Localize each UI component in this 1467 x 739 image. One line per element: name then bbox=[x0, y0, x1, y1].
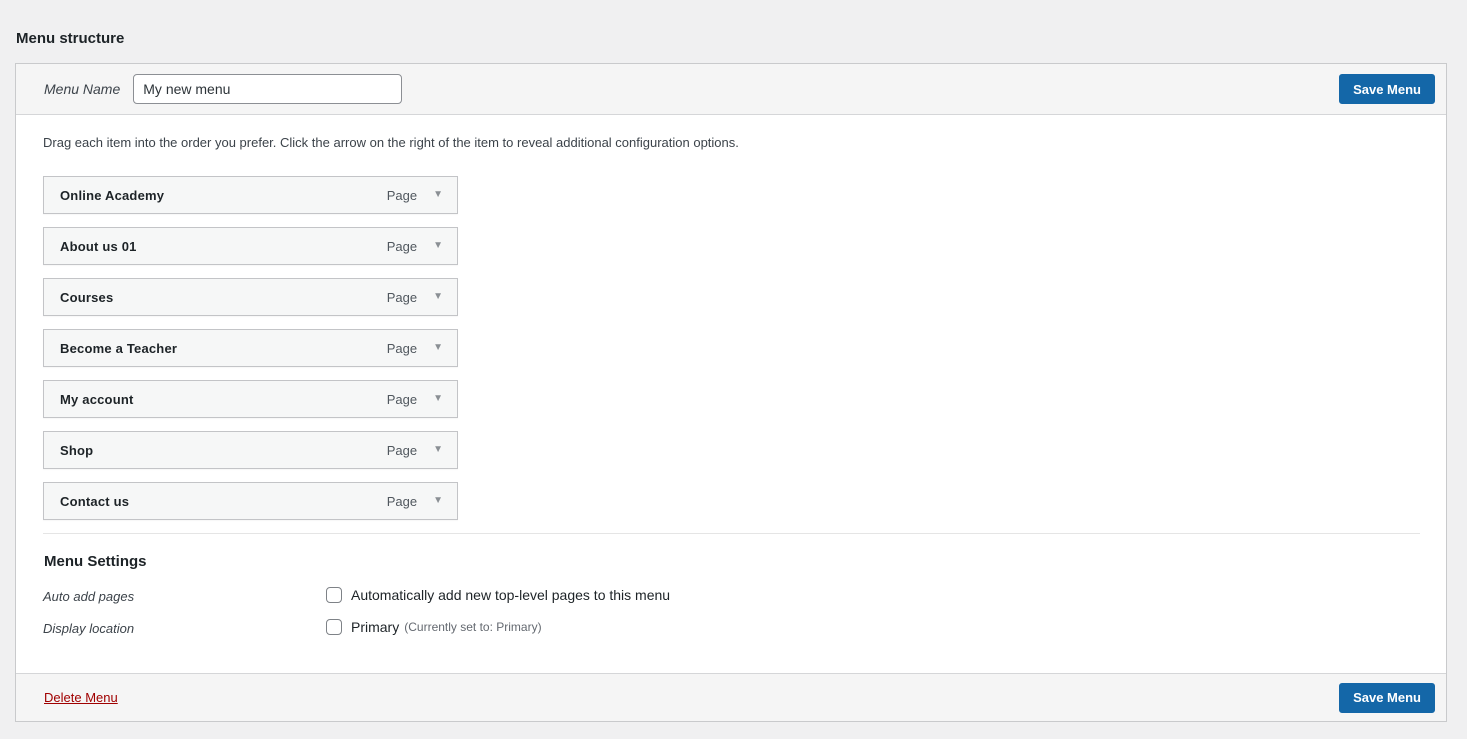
auto-add-pages-label: Auto add pages bbox=[43, 587, 326, 604]
auto-add-pages-checkbox-label: Automatically add new top-level pages to… bbox=[351, 587, 670, 603]
delete-menu-link[interactable]: Delete Menu bbox=[44, 690, 118, 705]
chevron-down-icon[interactable]: ▼ bbox=[433, 445, 443, 455]
menu-item-title: Online Academy bbox=[60, 188, 387, 203]
chevron-down-icon[interactable]: ▼ bbox=[433, 394, 443, 404]
menu-item-handle[interactable]: About us 01 Page ▼ bbox=[43, 227, 458, 265]
page-title: Menu structure bbox=[16, 30, 1467, 47]
menu-edit-panel: Menu Name Save Menu Drag each item into … bbox=[15, 63, 1447, 722]
menu-name-bar: Menu Name Save Menu bbox=[16, 64, 1446, 115]
display-location-row: Display location Primary (Currently set … bbox=[43, 619, 1420, 636]
menu-item-title: About us 01 bbox=[60, 239, 387, 254]
auto-add-pages-checkbox[interactable] bbox=[326, 587, 342, 603]
menu-item-handle[interactable]: My account Page ▼ bbox=[43, 380, 458, 418]
menu-name-input[interactable] bbox=[133, 74, 402, 104]
display-location-control: Primary (Currently set to: Primary) bbox=[326, 619, 542, 635]
menu-item-handle[interactable]: Become a Teacher Page ▼ bbox=[43, 329, 458, 367]
menu-item-type: Page bbox=[387, 341, 417, 356]
auto-add-pages-control: Automatically add new top-level pages to… bbox=[326, 587, 670, 603]
menu-item-handle[interactable]: Online Academy Page ▼ bbox=[43, 176, 458, 214]
chevron-down-icon[interactable]: ▼ bbox=[433, 241, 443, 251]
menu-settings-heading: Menu Settings bbox=[43, 534, 1420, 587]
menu-item-title: Contact us bbox=[60, 494, 387, 509]
menu-items-list: Online Academy Page ▼ About us 01 Page ▼… bbox=[43, 176, 1420, 520]
menu-item-handle[interactable]: Shop Page ▼ bbox=[43, 431, 458, 469]
menu-item-type: Page bbox=[387, 239, 417, 254]
menu-item-handle[interactable]: Courses Page ▼ bbox=[43, 278, 458, 316]
menu-name-label: Menu Name bbox=[44, 81, 120, 97]
display-location-primary-checkbox[interactable] bbox=[326, 619, 342, 635]
menu-item-type: Page bbox=[387, 494, 417, 509]
menus-admin-page: Menu structure Menu Name Save Menu Drag … bbox=[0, 0, 1467, 722]
save-menu-button-top[interactable]: Save Menu bbox=[1339, 74, 1435, 104]
menu-item-type: Page bbox=[387, 443, 417, 458]
chevron-down-icon[interactable]: ▼ bbox=[433, 292, 443, 302]
auto-add-pages-row: Auto add pages Automatically add new top… bbox=[43, 587, 1420, 604]
menu-item-handle[interactable]: Contact us Page ▼ bbox=[43, 482, 458, 520]
current-location-note: (Currently set to: Primary) bbox=[404, 620, 541, 634]
menu-item-title: Become a Teacher bbox=[60, 341, 387, 356]
menu-item-title: Courses bbox=[60, 290, 387, 305]
display-location-primary-label: Primary bbox=[351, 619, 399, 635]
drag-instructions: Drag each item into the order you prefer… bbox=[43, 115, 1420, 176]
chevron-down-icon[interactable]: ▼ bbox=[433, 343, 443, 353]
display-location-label: Display location bbox=[43, 619, 326, 636]
menu-item-type: Page bbox=[387, 392, 417, 407]
menu-item-type: Page bbox=[387, 188, 417, 203]
menu-item-title: Shop bbox=[60, 443, 387, 458]
chevron-down-icon[interactable]: ▼ bbox=[433, 496, 443, 506]
chevron-down-icon[interactable]: ▼ bbox=[433, 190, 443, 200]
footer-actions-bar: Delete Menu Save Menu bbox=[16, 673, 1446, 721]
menu-edit-body: Drag each item into the order you prefer… bbox=[16, 115, 1446, 673]
menu-item-title: My account bbox=[60, 392, 387, 407]
save-menu-button-bottom[interactable]: Save Menu bbox=[1339, 683, 1435, 713]
menu-item-type: Page bbox=[387, 290, 417, 305]
